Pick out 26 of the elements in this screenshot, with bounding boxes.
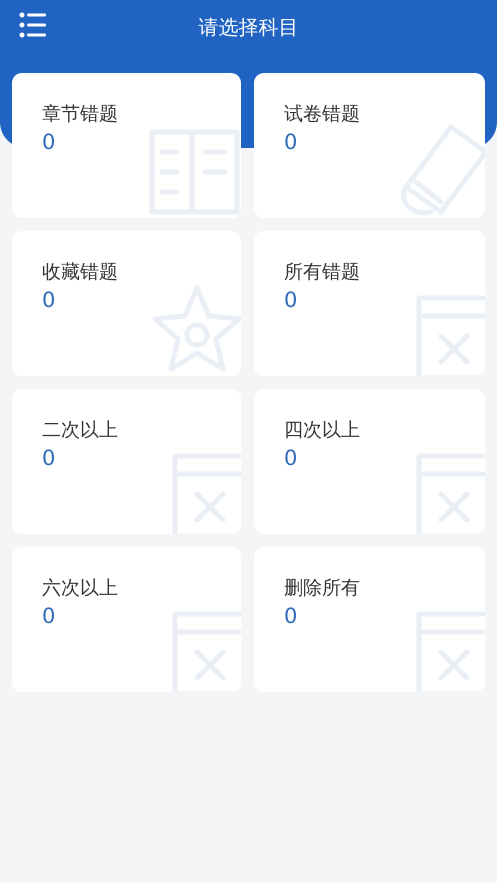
card-count: 0	[284, 129, 298, 156]
card-count: 0	[284, 603, 298, 630]
card-label: 所有错题	[284, 260, 360, 285]
card-label: 六次以上	[42, 576, 118, 601]
card-label: 试卷错题	[284, 102, 360, 127]
category-card[interactable]: 二次以上 0	[12, 389, 241, 534]
card-count: 0	[42, 603, 56, 630]
card-count: 0	[42, 129, 56, 156]
page-title: 请选择科目	[198, 14, 298, 40]
card-label: 删除所有	[284, 576, 360, 601]
card-count: 0	[42, 287, 56, 314]
card-count: 0	[284, 445, 298, 472]
card-label: 二次以上	[42, 418, 118, 443]
category-card[interactable]: 删除所有 0	[254, 547, 485, 692]
card-label: 收藏错题	[42, 260, 118, 285]
category-card[interactable]: 章节错题 0	[12, 73, 241, 218]
card-label: 四次以上	[284, 418, 360, 443]
category-card[interactable]: 收藏错题 0	[12, 231, 241, 376]
category-card[interactable]: 试卷错题 0	[254, 73, 485, 218]
category-card[interactable]: 四次以上 0	[254, 389, 485, 534]
card-count: 0	[42, 445, 56, 472]
menu-icon[interactable]	[19, 12, 47, 38]
card-label: 章节错题	[42, 102, 118, 127]
card-count: 0	[284, 287, 298, 314]
category-card[interactable]: 六次以上 0	[12, 547, 241, 692]
category-card[interactable]: 所有错题 0	[254, 231, 485, 376]
